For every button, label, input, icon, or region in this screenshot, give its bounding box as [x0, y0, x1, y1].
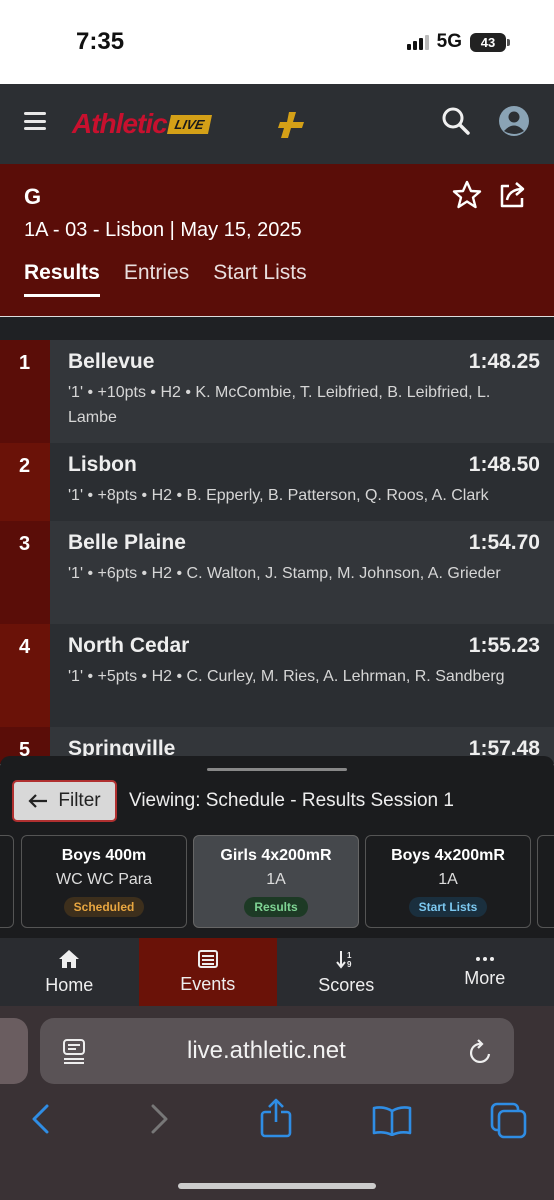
account-icon[interactable] [498, 105, 530, 137]
result-time: 1:54.70 [468, 531, 540, 554]
reader-icon[interactable] [62, 1038, 86, 1064]
address-bar[interactable]: live.athletic.net [40, 1018, 514, 1084]
bookmarks-icon[interactable] [372, 1106, 412, 1136]
card-event-sub: 1A [266, 871, 286, 888]
result-detail: '1' • +8pts • H2 • B. Epperly, B. Patter… [68, 487, 489, 504]
sheet-grab-handle[interactable] [207, 768, 347, 771]
viewing-label: Viewing: Schedule - Results Session 1 [129, 790, 454, 811]
svg-text:1: 1 [347, 951, 352, 960]
signal-icon [406, 34, 429, 50]
schedule-card-next[interactable] [537, 835, 554, 928]
schedule-card-selected[interactable]: Girls 4x200mR 1A Results [193, 835, 359, 928]
nav-events-label: Events [180, 973, 236, 994]
schedule-card[interactable]: Boys 400m WC WC Para Scheduled [21, 835, 187, 928]
card-event-name: Girls 4x200mR [220, 847, 332, 864]
share-icon[interactable] [497, 178, 529, 210]
schedule-card-prev[interactable] [0, 835, 14, 928]
event-tabs: Results Entries Start Lists [24, 261, 307, 297]
result-row[interactable]: 1 Bellevue 1:48.25 '1' • +10pts • H2 • K… [0, 340, 554, 443]
plus-logo-icon[interactable] [276, 110, 308, 140]
home-icon [59, 949, 80, 968]
network-label: 5G [436, 31, 462, 52]
logo-badge: LIVE [166, 114, 212, 134]
place-number: 3 [0, 521, 50, 624]
result-detail: '1' • +10pts • H2 • K. McCombie, T. Leib… [68, 384, 491, 426]
result-time: 1:48.25 [468, 350, 540, 373]
status-time: 7:35 [76, 28, 125, 55]
schedule-card[interactable]: Boys 4x200mR 1A Start Lists [365, 835, 531, 928]
team-name: North Cedar [68, 634, 190, 657]
filter-label: Filter [58, 790, 101, 811]
card-event-name: Boys 400m [61, 847, 147, 864]
reload-icon[interactable] [468, 1038, 494, 1066]
nav-home[interactable]: Home [0, 938, 139, 1006]
arrow-left-icon [28, 794, 48, 808]
result-row[interactable]: 2 Lisbon 1:48.50 '1' • +8pts • H2 • B. E… [0, 443, 554, 521]
status-indicators: 5G 43 [406, 31, 510, 53]
nav-more[interactable]: More [416, 938, 554, 1006]
nav-scores[interactable]: 1 9 Scores [277, 938, 416, 1006]
logo-text: Athletic [72, 108, 168, 139]
event-subtitle: 1A - 03 - Lisbon | May 15, 2025 [24, 219, 302, 241]
place-number: 2 [0, 443, 50, 521]
place-number: 4 [0, 624, 50, 727]
tab-entries[interactable]: Entries [124, 261, 189, 297]
filter-button[interactable]: Filter [12, 780, 117, 822]
nav-home-label: Home [45, 974, 94, 995]
result-time: 1:55.23 [468, 634, 540, 657]
result-row[interactable]: 4 North Cedar 1:55.23 '1' • +5pts • H2 •… [0, 624, 554, 727]
place-number: 1 [0, 340, 50, 443]
menu-icon[interactable] [24, 112, 46, 130]
team-name: Lisbon [68, 453, 137, 476]
card-event-sub: 1A [438, 871, 458, 888]
results-list: 1 Bellevue 1:48.25 '1' • +10pts • H2 • K… [0, 316, 554, 764]
battery-icon: 43 [470, 32, 510, 52]
card-event-name: Boys 4x200mR [391, 847, 505, 864]
nav-more-label: More [464, 967, 506, 988]
result-detail: '1' • +6pts • H2 • C. Walton, J. Stamp, … [68, 565, 501, 582]
star-icon[interactable] [452, 180, 482, 210]
card-event-sub: WC WC Para [56, 871, 152, 888]
forward-icon[interactable] [150, 1104, 170, 1134]
previous-tab-peek[interactable] [0, 1018, 28, 1084]
event-title: G [24, 184, 42, 209]
team-name: Bellevue [68, 350, 155, 373]
result-detail: '1' • +5pts • H2 • C. Curley, M. Ries, A… [68, 668, 505, 685]
browser-chrome: live.athletic.net [0, 1006, 554, 1200]
nav-events[interactable]: Events [138, 938, 277, 1006]
tab-start-lists[interactable]: Start Lists [213, 261, 306, 297]
schedule-sheet: Filter Viewing: Schedule - Results Sessi… [0, 756, 554, 938]
team-name: Belle Plaine [68, 531, 186, 554]
url-text: live.athletic.net [187, 1037, 346, 1064]
list-icon [197, 949, 218, 968]
tab-results[interactable]: Results [24, 261, 100, 297]
search-icon[interactable] [441, 106, 471, 136]
status-badge: Scheduled [63, 897, 145, 917]
bottom-nav: Home Events 1 9 Scores More [0, 938, 554, 1006]
back-icon[interactable] [30, 1104, 50, 1134]
svg-text:9: 9 [347, 960, 352, 969]
sort-icon: 1 9 [336, 950, 352, 969]
result-time: 1:48.50 [468, 453, 540, 476]
status-badge: Start Lists [408, 897, 488, 917]
result-row[interactable]: 3 Belle Plaine 1:54.70 '1' • +6pts • H2 … [0, 521, 554, 624]
tabs-icon[interactable] [490, 1102, 528, 1140]
share-page-icon[interactable] [259, 1098, 293, 1138]
nav-scores-label: Scores [318, 974, 375, 995]
home-indicator [178, 1183, 376, 1189]
status-bar: 7:35 5G 43 [0, 0, 554, 84]
athletic-live-logo[interactable]: Athletic LIVE [72, 108, 212, 140]
more-icon [475, 956, 494, 961]
status-badge: Results [244, 897, 308, 917]
